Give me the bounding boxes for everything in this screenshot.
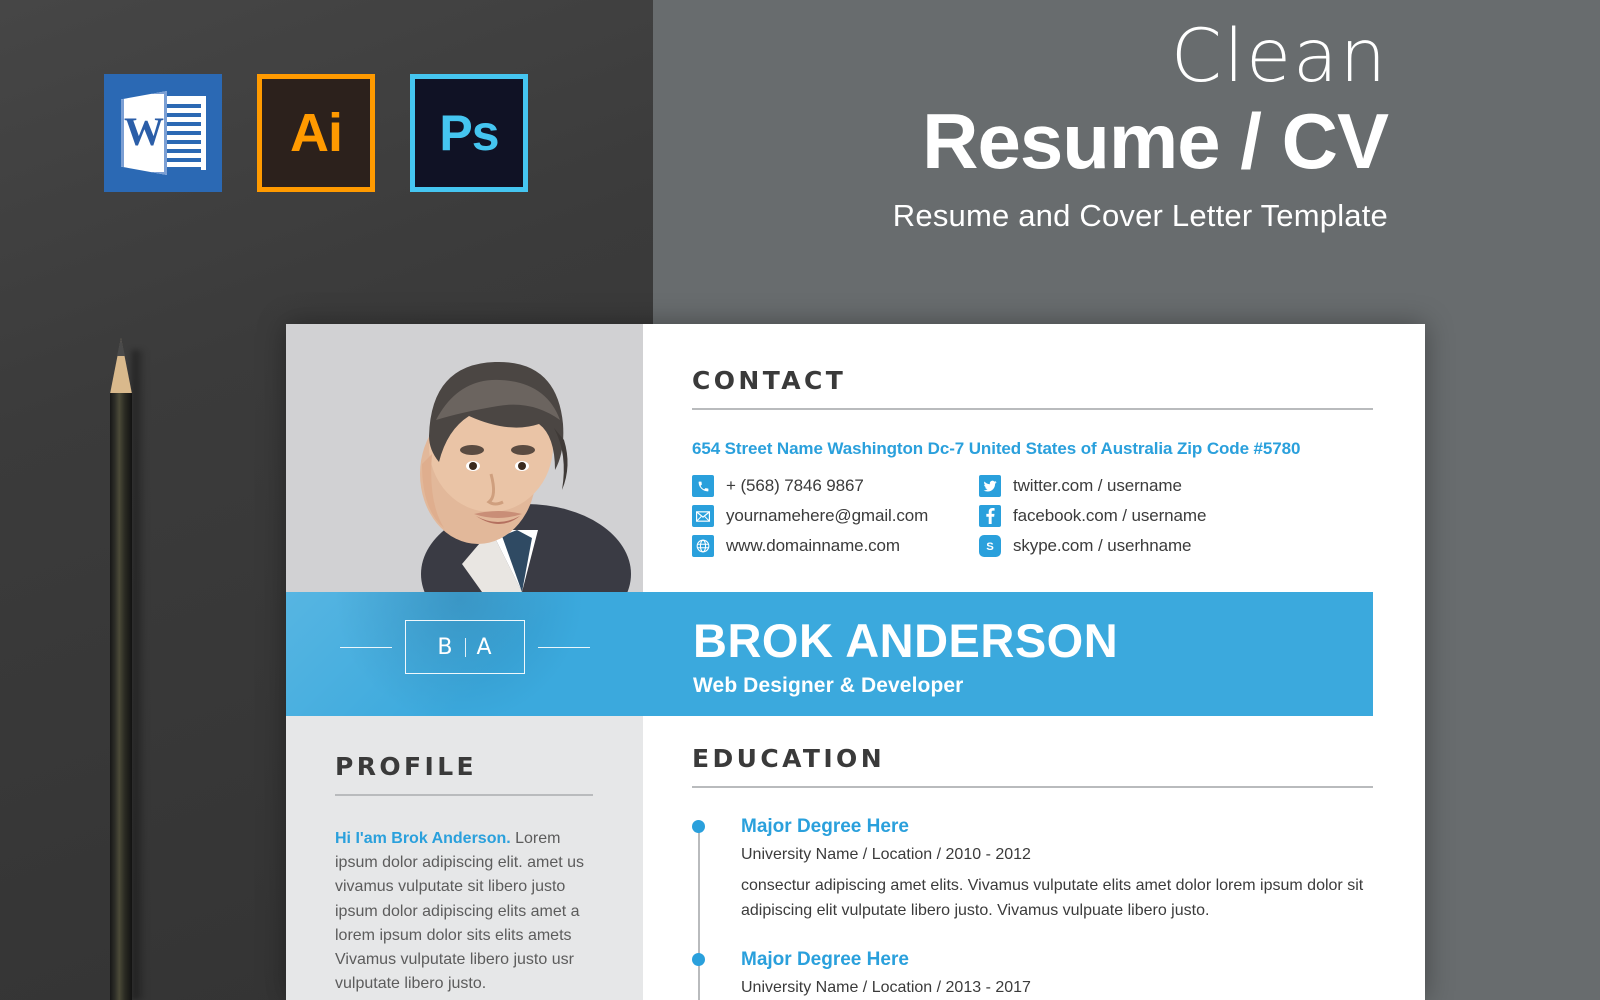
hero-line-clean: Clean (1170, 14, 1388, 99)
person-name: BROK ANDERSON (693, 614, 1119, 667)
facebook-icon (979, 505, 1001, 527)
education-description: consectur adipiscing amet elits. Vivamus… (741, 877, 1364, 919)
pencil-decoration (104, 338, 146, 1000)
education-section: EDUCATION Major Degree Here University N… (692, 744, 1373, 1000)
contact-address: 654 Street Name Washington Dc-7 United S… (692, 439, 1301, 458)
monogram-initial-last: A (476, 634, 493, 660)
word-text-lines (161, 104, 201, 194)
microsoft-word-icon: W (104, 74, 222, 192)
svg-text:S: S (986, 541, 994, 553)
poster-canvas: W Ai Ps Clean Resume / CV Resume and Cov… (0, 0, 1600, 1000)
contact-item-website[interactable]: www.domainname.com (692, 534, 979, 558)
monogram-box: B A (405, 620, 525, 674)
name-block: BROK ANDERSON Web Designer & Developer (693, 614, 1118, 698)
education-meta: University Name / Location / 2010 - 2012 (741, 846, 1031, 863)
education-entry: Major Degree Here University Name / Loca… (692, 949, 1373, 997)
sidebar-panel: PROFILE Hi I'am Brok Anderson. Lorem ips… (286, 716, 643, 1000)
education-heading: EDUCATION (692, 744, 886, 773)
contact-item-phone[interactable]: + (568) 7846 9867 (692, 474, 979, 498)
contact-value-website: www.domainname.com (726, 536, 900, 555)
profile-divider (335, 794, 593, 796)
education-degree: Major Degree Here (741, 816, 909, 837)
avatar (286, 324, 643, 592)
education-meta: University Name / Location / 2013 - 2017 (741, 979, 1031, 996)
contact-value-twitter: twitter.com / username (1013, 476, 1182, 495)
phone-icon (692, 475, 714, 497)
profile-paragraph: Hi I'am Brok Anderson. Lorem ipsum dolor… (335, 827, 593, 996)
monogram-line-right (538, 647, 590, 648)
hero-subtitle: Resume and Cover Letter Template (892, 198, 1388, 233)
profile-photo-area (286, 324, 643, 592)
contact-value-email: yournamehere@gmail.com (726, 506, 929, 525)
timeline-dot-icon (692, 820, 705, 833)
monogram-line-left (340, 647, 392, 648)
profile-heading: PROFILE (335, 752, 478, 781)
profile-body-text: Lorem ipsum dolor adipiscing elit. amet … (335, 830, 585, 993)
contact-items-grid: + (568) 7846 9867 twitter.com / username… (692, 474, 1373, 558)
skype-icon: S (979, 535, 1001, 557)
globe-icon (692, 535, 714, 557)
contact-value-skype: skype.com / userhname (1013, 536, 1192, 555)
contact-section: CONTACT 654 Street Name Washington Dc-7 … (692, 366, 1373, 558)
hero-title-block: Clean Resume / CV Resume and Cover Lette… (748, 14, 1389, 234)
software-compatibility-icons: W Ai Ps (104, 74, 528, 192)
email-icon (692, 505, 714, 527)
monogram-separator (464, 637, 466, 657)
pencil-shadow (132, 350, 146, 1000)
profile-section: PROFILE Hi I'am Brok Anderson. Lorem ips… (335, 752, 593, 996)
education-timeline: Major Degree Here University Name / Loca… (692, 816, 1373, 1000)
timeline-dot-icon (692, 953, 705, 966)
photoshop-letters: Ps (439, 105, 499, 161)
monogram-initial-first: B (437, 634, 454, 660)
contact-item-skype[interactable]: S skype.com / userhname (979, 534, 1373, 558)
contact-divider (692, 408, 1373, 410)
resume-preview-card: CONTACT 654 Street Name Washington Dc-7 … (286, 324, 1425, 1000)
monogram-logo: B A (340, 620, 590, 676)
adobe-photoshop-icon: Ps (410, 74, 528, 192)
pencil-lead-icon (117, 338, 125, 356)
twitter-icon (979, 475, 1001, 497)
education-entry: Major Degree Here University Name / Loca… (692, 816, 1373, 923)
contact-value-facebook: facebook.com / username (1013, 506, 1207, 525)
contact-item-email[interactable]: yournamehere@gmail.com (692, 504, 979, 528)
word-letter: W (124, 109, 164, 154)
contact-value-phone: + (568) 7846 9867 (726, 476, 864, 495)
hero-line-resume-cv: Resume / CV (922, 97, 1389, 185)
contact-item-facebook[interactable]: facebook.com / username (979, 504, 1373, 528)
education-degree: Major Degree Here (741, 949, 909, 970)
contact-item-twitter[interactable]: twitter.com / username (979, 474, 1373, 498)
illustrator-letters: Ai (290, 103, 343, 163)
education-divider (692, 786, 1373, 788)
name-banner: B A BROK ANDERSON Web Designer & Develop… (286, 592, 1373, 716)
pencil-body (110, 393, 132, 1000)
person-job-title: Web Designer & Developer (693, 674, 964, 697)
profile-lead: Hi I'am Brok Anderson. (335, 830, 511, 847)
adobe-illustrator-icon: Ai (257, 74, 375, 192)
contact-heading: CONTACT (692, 366, 847, 395)
